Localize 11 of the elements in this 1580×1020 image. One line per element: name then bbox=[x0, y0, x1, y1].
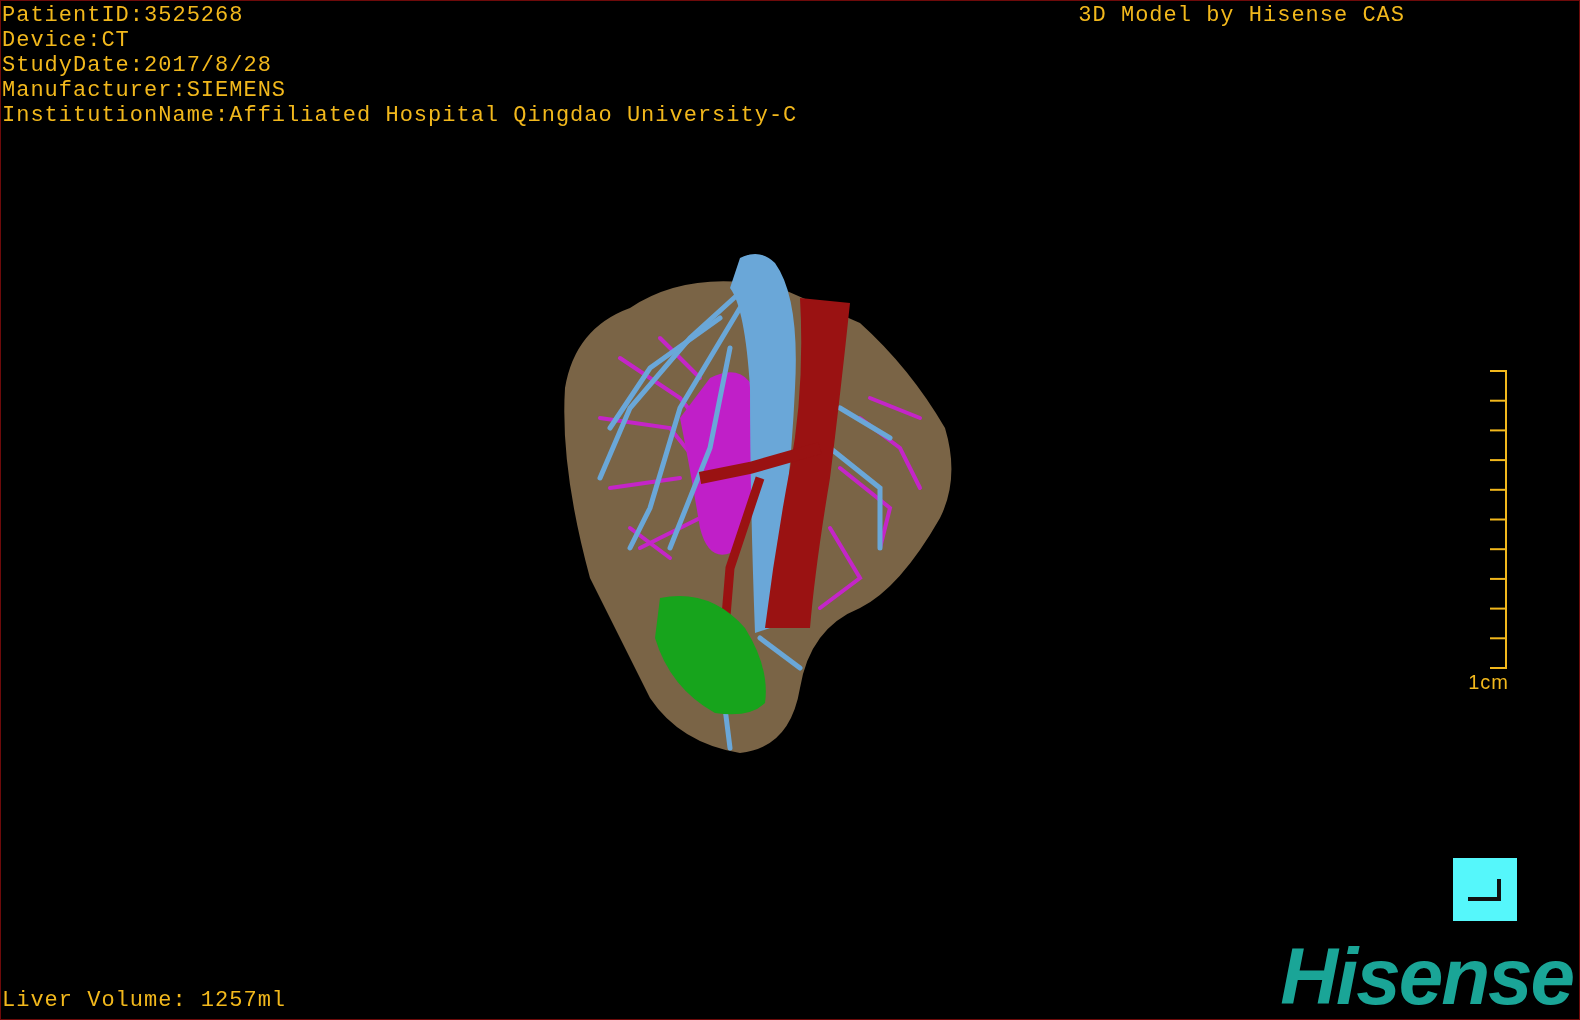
logo: Hisense bbox=[1280, 941, 1573, 1013]
patient-info-line: InstitutionName:Affiliated Hospital Qingdao University-C bbox=[2, 103, 798, 128]
liver-volume: Liver Volume: 1257ml bbox=[2, 988, 287, 1013]
patient-info-line: Manufacturer:SIEMENS bbox=[2, 78, 288, 103]
patient-info-line: StudyDate:2017/8/28 bbox=[2, 53, 273, 78]
patient-info-line: Device:CT bbox=[2, 28, 131, 53]
scale-bar-label: 1cm bbox=[1468, 672, 1509, 692]
patient-info-line: PatientID:3525268 bbox=[2, 3, 245, 28]
model-title: 3D Model by Hisense CAS bbox=[1078, 3, 1405, 28]
corner-button[interactable] bbox=[1453, 858, 1517, 921]
corner-icon bbox=[1468, 878, 1502, 901]
